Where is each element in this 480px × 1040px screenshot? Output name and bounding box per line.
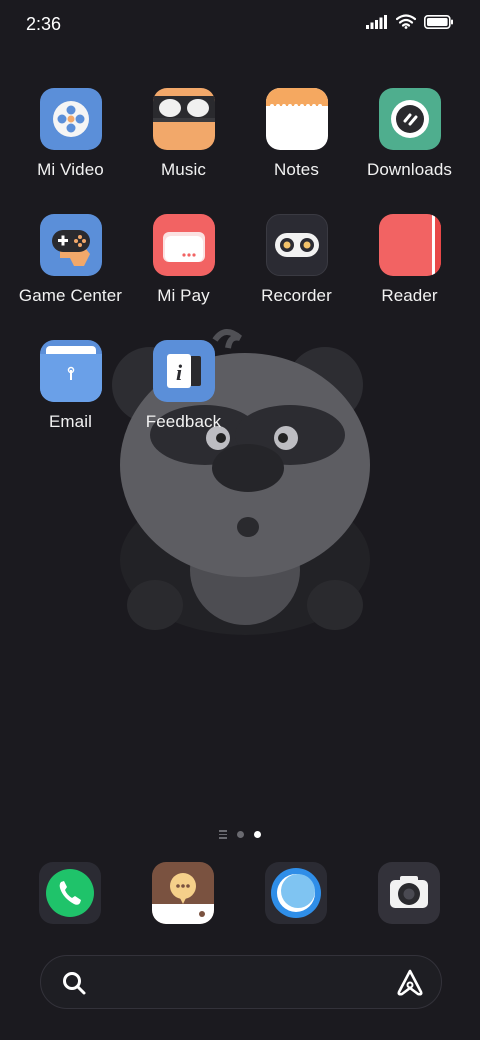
- minus-one-screen-indicator: [219, 830, 227, 839]
- app-feedback[interactable]: i Feedback: [127, 340, 240, 450]
- phone-icon[interactable]: [39, 862, 101, 924]
- mi-video-icon: [39, 88, 102, 150]
- downloads-icon: [378, 88, 441, 150]
- recorder-icon: [265, 214, 328, 276]
- notes-icon: [265, 88, 328, 150]
- app-label: Downloads: [366, 160, 452, 179]
- app-game-center[interactable]: Game Center: [14, 214, 127, 324]
- app-notes[interactable]: Notes: [240, 88, 353, 198]
- app-email[interactable]: Email: [14, 340, 127, 450]
- app-label: Email: [48, 412, 92, 431]
- messages-icon[interactable]: [152, 862, 214, 924]
- app-recorder[interactable]: Recorder: [240, 214, 353, 324]
- feedback-icon: i: [152, 340, 215, 402]
- app-label: Mi Pay: [157, 286, 210, 305]
- page-dot-2-active: [254, 830, 261, 838]
- status-icons: [366, 14, 454, 34]
- svg-text:i: i: [175, 360, 182, 385]
- status-time: 2:36: [26, 14, 62, 34]
- assistant-icon[interactable]: [395, 968, 425, 1003]
- app-label: Recorder: [261, 286, 332, 305]
- app-downloads[interactable]: Downloads: [353, 88, 466, 198]
- app-mi-pay[interactable]: Mi Pay: [127, 214, 240, 324]
- battery-icon: [424, 14, 454, 34]
- app-reader[interactable]: Reader: [353, 214, 466, 324]
- app-label: Feedback: [145, 412, 222, 431]
- status-bar: 2:36: [0, 0, 480, 50]
- email-icon: [39, 340, 102, 402]
- page-dot-1: [237, 830, 244, 838]
- reader-icon: [378, 214, 441, 276]
- signal-icon: [366, 14, 388, 34]
- browser-icon[interactable]: [265, 862, 327, 924]
- dock: [0, 862, 480, 926]
- page-indicator[interactable]: [0, 830, 480, 839]
- search-bar[interactable]: [40, 955, 442, 1009]
- app-label: Mi Video: [37, 160, 104, 179]
- music-icon: [152, 88, 215, 150]
- app-music[interactable]: Music: [127, 88, 240, 198]
- game-center-icon: [39, 214, 102, 276]
- app-mi-video[interactable]: Mi Video: [14, 88, 127, 198]
- app-label: Reader: [381, 286, 438, 305]
- search-icon[interactable]: [61, 970, 87, 1001]
- mi-pay-icon: [152, 214, 215, 276]
- app-label: Music: [161, 160, 206, 179]
- app-label: Notes: [274, 160, 319, 179]
- camera-icon[interactable]: [378, 862, 440, 924]
- wifi-icon: [395, 14, 417, 34]
- app-label: Game Center: [18, 286, 123, 305]
